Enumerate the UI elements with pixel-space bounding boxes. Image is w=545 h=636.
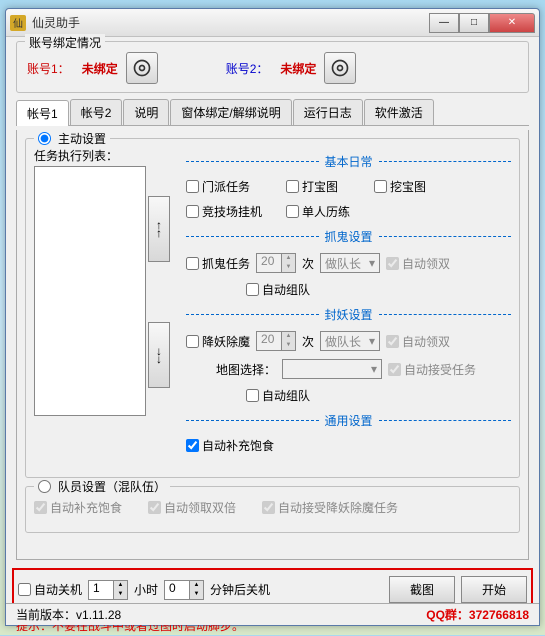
arrow-down-icon: ↓↓ [156, 347, 162, 364]
target-icon [330, 58, 350, 78]
chk-team-accept [262, 501, 275, 514]
tab-activate[interactable]: 软件激活 [364, 99, 434, 125]
chk-demon-auto [386, 335, 399, 348]
chk-dabaotu[interactable] [286, 180, 299, 193]
minimize-button[interactable]: — [429, 13, 459, 33]
tab-bind-help[interactable]: 窗体绑定/解绑说明 [170, 99, 291, 125]
account1-bind-button[interactable] [126, 52, 158, 84]
demon-count-spinner[interactable]: 20▲▼ [256, 331, 296, 351]
active-settings-group: 主动设置 任务执行列表： ↑↑ ↓↓ 基本日 [25, 138, 520, 478]
hour-spinner[interactable]: 1▲▼ [88, 580, 128, 600]
task-list[interactable] [34, 166, 146, 416]
version-label: 当前版本： [16, 608, 76, 622]
tab-account2[interactable]: 帐号2 [70, 99, 123, 125]
maximize-button[interactable]: □ [459, 13, 489, 33]
active-radio-label: 主动设置 [58, 130, 106, 147]
bind-group-title: 账号绑定情况 [25, 34, 105, 51]
target-icon [132, 58, 152, 78]
chk-jiangyao[interactable] [186, 335, 199, 348]
team-radio[interactable] [38, 480, 51, 493]
section-general: 通用设置 [319, 412, 379, 429]
chk-jingji[interactable] [186, 205, 199, 218]
demon-count-unit: 次 [302, 333, 314, 350]
chk-auto-shutdown[interactable] [18, 583, 31, 596]
account2-label: 账号2： [226, 60, 269, 77]
arrow-up-icon: ↑↑ [156, 221, 162, 238]
chk-ghost-auto [386, 257, 399, 270]
team-settings-group: 队员设置（混队伍） 自动补充饱食 自动领取双倍 自动接受降妖除魔任务 [25, 486, 520, 533]
ghost-count-unit: 次 [302, 255, 314, 272]
chk-autofood[interactable] [186, 439, 199, 452]
tab-account1[interactable]: 帐号1 [16, 100, 69, 126]
app-icon: 仙 [10, 15, 26, 31]
minute-label: 分钟后关机 [210, 581, 270, 598]
team-radio-label: 队员设置（混队伍） [58, 478, 166, 495]
qq-value: 372766818 [469, 608, 529, 622]
tab-help[interactable]: 说明 [123, 99, 169, 125]
map-label: 地图选择： [216, 361, 276, 378]
chk-wabaotu[interactable] [374, 180, 387, 193]
main-window: 仙 仙灵助手 — □ ✕ 账号绑定情况 账号1： 未绑定 账号2： 未绑定 [5, 8, 540, 626]
section-basic: 基本日常 [319, 153, 379, 170]
account2-status: 未绑定 [280, 60, 316, 77]
section-ghost: 抓鬼设置 [319, 228, 379, 245]
ghost-role-select[interactable]: 做队长 [320, 253, 380, 273]
version-value: v1.11.28 [76, 608, 121, 622]
move-down-button[interactable]: ↓↓ [148, 322, 170, 388]
qq-label: QQ群： [426, 608, 469, 622]
titlebar[interactable]: 仙 仙灵助手 — □ ✕ [6, 9, 539, 37]
minute-spinner[interactable]: 0▲▼ [164, 580, 204, 600]
tab-content: 主动设置 任务执行列表： ↑↑ ↓↓ 基本日 [16, 130, 529, 560]
tab-bar: 帐号1 帐号2 说明 窗体绑定/解绑说明 运行日志 软件激活 [16, 99, 529, 126]
chk-menpai[interactable] [186, 180, 199, 193]
map-select[interactable] [282, 359, 382, 379]
chk-team-double [148, 501, 161, 514]
account1-label: 账号1： [27, 60, 70, 77]
chk-auto-accept [388, 363, 401, 376]
chk-danren[interactable] [286, 205, 299, 218]
start-button[interactable]: 开始 [461, 576, 527, 603]
chk-ghost-team[interactable] [246, 283, 259, 296]
task-list-label: 任务执行列表： [34, 147, 180, 164]
statusbar: 当前版本：v1.11.28 QQ群：372766818 [6, 603, 539, 625]
account1-status: 未绑定 [82, 60, 118, 77]
chk-zhuagui[interactable] [186, 257, 199, 270]
tab-log[interactable]: 运行日志 [293, 99, 363, 125]
section-demon: 封妖设置 [319, 306, 379, 323]
close-button[interactable]: ✕ [489, 13, 535, 33]
screenshot-button[interactable]: 截图 [389, 576, 455, 603]
account2-bind-button[interactable] [324, 52, 356, 84]
demon-role-select[interactable]: 做队长 [320, 331, 380, 351]
move-up-button[interactable]: ↑↑ [148, 196, 170, 262]
hour-label: 小时 [134, 581, 158, 598]
window-title: 仙灵助手 [32, 14, 429, 31]
account-bind-group: 账号绑定情况 账号1： 未绑定 账号2： 未绑定 [16, 41, 529, 93]
chk-demon-team[interactable] [246, 389, 259, 402]
chk-team-food [34, 501, 47, 514]
ghost-count-spinner[interactable]: 20▲▼ [256, 253, 296, 273]
active-radio[interactable] [38, 132, 51, 145]
